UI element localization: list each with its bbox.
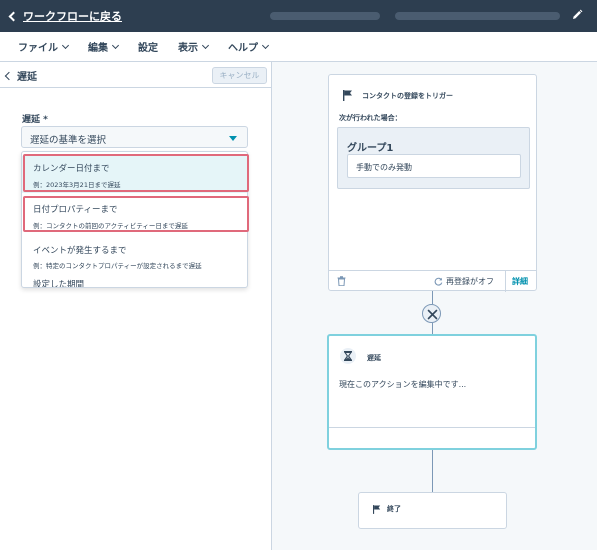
chevron-left-icon	[4, 71, 14, 80]
option-title: イベントが発生するまで	[33, 246, 127, 256]
menu-settings-label: 設定	[138, 43, 158, 54]
chevron-down-icon	[61, 41, 70, 49]
flag-icon	[343, 90, 352, 101]
menu-view-label: 表示	[178, 43, 198, 54]
option-example: 例：コンタクトの前回のアクティビティー日まで遅延	[33, 222, 188, 230]
menu-help-label: ヘルプ	[228, 43, 258, 54]
menu-view[interactable]: 表示	[178, 39, 210, 54]
filter-criteria: 手動でのみ発動	[347, 154, 521, 178]
delay-card-title: 遅延	[367, 354, 381, 362]
filter-group: グループ1 手動でのみ発動	[337, 127, 530, 189]
back-link-label: ワークフローに戻る	[23, 10, 122, 23]
chevron-down-icon	[111, 41, 120, 49]
caret-down-icon	[229, 136, 237, 141]
flag-icon	[373, 504, 381, 514]
delay-type-select[interactable]: 遅延の基準を選択	[21, 126, 248, 148]
refresh-icon	[434, 277, 443, 286]
panel-title: 遅延	[17, 72, 37, 83]
menu-file[interactable]: ファイル	[18, 39, 70, 54]
end-title: 終了	[373, 504, 401, 514]
option-title: カレンダー日付まで	[33, 164, 110, 174]
end-card: 終了	[358, 492, 507, 529]
top-navigation-bar: ワークフローに戻る	[0, 0, 597, 32]
option-calendar-date[interactable]: カレンダー日付まで 例：2023年3月21日まで遅延	[22, 156, 247, 193]
close-icon	[427, 309, 438, 320]
option-example: 例：特定のコンタクトプロパティーが設定されるまで遅延	[33, 262, 202, 270]
delay-action-card[interactable]: 遅延 現在このアクションを編集中です...	[327, 334, 537, 450]
chevron-left-icon	[8, 11, 19, 22]
option-example: 例：2023年3月21日まで遅延	[33, 181, 121, 189]
option-until-event[interactable]: イベントが発生するまで 例：特定のコンタクトプロパティーが設定されるまで遅延	[22, 238, 247, 275]
back-to-workflows-link[interactable]: ワークフローに戻る	[8, 8, 122, 24]
trigger-condition-label: 次が行われた場合：	[339, 114, 402, 122]
end-title-text: 終了	[387, 505, 401, 513]
trigger-card-footer: 再登録がオフ 詳細	[329, 270, 536, 292]
connector-line	[432, 450, 433, 492]
menu-settings[interactable]: 設定	[138, 39, 158, 54]
option-set-duration[interactable]: 設定した期間	[22, 276, 247, 288]
option-date-property[interactable]: 日付プロパティーまで 例：コンタクトの前回のアクティビティー日まで遅延	[22, 197, 247, 234]
delay-field-label: 遅延 *	[22, 115, 48, 125]
connector-line	[432, 291, 433, 304]
trigger-title-text: コンタクトの登録をトリガー	[362, 91, 453, 100]
trash-icon[interactable]	[337, 276, 346, 286]
details-link[interactable]: 詳細	[512, 276, 528, 287]
trigger-title: コンタクトの登録をトリガー	[343, 90, 453, 101]
option-title: 設定した期間	[33, 280, 85, 288]
footer-divider	[505, 271, 506, 292]
cancel-button[interactable]: キャンセル	[212, 67, 267, 84]
enrollment-trigger-card[interactable]: コンタクトの登録をトリガー 次が行われた場合： グループ1 手動でのみ発動 再登…	[328, 74, 537, 292]
select-placeholder: 遅延の基準を選択	[30, 135, 107, 146]
menu-help[interactable]: ヘルプ	[228, 39, 270, 54]
blurred-workflow-info	[395, 12, 560, 20]
menu-edit-label: 編集	[88, 43, 108, 54]
chevron-down-icon	[201, 41, 210, 49]
card-divider	[329, 427, 535, 428]
delay-type-dropdown: カレンダー日付まで 例：2023年3月21日まで遅延 日付プロパティーまで 例：…	[21, 151, 248, 288]
hourglass-icon	[340, 348, 356, 364]
menu-file-label: ファイル	[18, 43, 58, 54]
group-title: グループ1	[347, 143, 394, 154]
reenrollment-status[interactable]: 再登録がオフ	[446, 276, 494, 287]
remove-action-button[interactable]	[422, 304, 441, 323]
option-title: 日付プロパティーまで	[33, 205, 118, 215]
delay-card-status: 現在このアクションを編集中です...	[339, 380, 467, 389]
menu-edit[interactable]: 編集	[88, 39, 120, 54]
chevron-down-icon	[261, 41, 270, 49]
menu-bar: ファイル 編集 設定 表示 ヘルプ	[0, 32, 597, 62]
action-editor-panel: 遅延 キャンセル 遅延 * 遅延の基準を選択 カレンダー日付まで 例：2023年…	[0, 62, 272, 550]
panel-back-button[interactable]: 遅延	[4, 68, 37, 83]
panel-header: 遅延 キャンセル	[0, 62, 271, 88]
blurred-workflow-name	[270, 12, 380, 20]
connector-line	[432, 323, 433, 334]
pencil-icon[interactable]	[571, 9, 583, 21]
